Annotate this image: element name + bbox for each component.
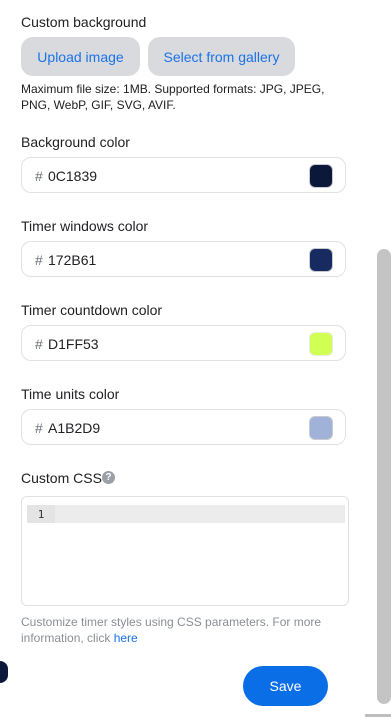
hash-symbol: # [35, 420, 43, 436]
timer-countdown-color-label: Timer countdown color [21, 302, 163, 318]
background-color-field[interactable]: # 0C1839 [21, 157, 346, 193]
hash-symbol: # [35, 336, 43, 352]
time-units-color-label: Time units color [21, 386, 120, 402]
time-units-color-swatch[interactable] [309, 416, 333, 440]
help-icon[interactable]: ? [102, 471, 115, 484]
select-from-gallery-button[interactable]: Select from gallery [148, 37, 295, 76]
upload-image-button[interactable]: Upload image [21, 37, 140, 76]
custom-css-label: Custom CSS [21, 470, 102, 486]
save-button[interactable]: Save [243, 666, 328, 706]
custom-css-help-text: Customize timer styles using CSS paramet… [21, 614, 331, 646]
timer-countdown-color-field[interactable]: # D1FF53 [21, 325, 346, 361]
time-units-color-value[interactable]: A1B2D9 [48, 420, 100, 436]
background-color-value[interactable]: 0C1839 [48, 168, 97, 184]
background-color-swatch[interactable] [309, 164, 333, 188]
editor-active-line: 1 [27, 505, 345, 523]
scrollbar-thumb[interactable] [377, 249, 391, 704]
timer-windows-color-swatch[interactable] [309, 248, 333, 272]
side-toggle-handle[interactable] [0, 661, 8, 683]
custom-css-editor[interactable]: 1 [21, 496, 349, 606]
timer-windows-color-label: Timer windows color [21, 218, 149, 234]
background-color-label: Background color [21, 134, 130, 150]
hash-symbol: # [35, 252, 43, 268]
custom-css-help-message: Customize timer styles using CSS paramet… [21, 615, 322, 645]
editor-line-number: 1 [27, 505, 55, 523]
custom-background-label: Custom background [21, 14, 147, 30]
timer-windows-color-field[interactable]: # 172B61 [21, 241, 346, 277]
timer-windows-color-value[interactable]: 172B61 [48, 252, 96, 268]
hash-symbol: # [35, 168, 43, 184]
help-here-link[interactable]: here [114, 631, 138, 645]
time-units-color-field[interactable]: # A1B2D9 [21, 409, 346, 445]
timer-countdown-color-value[interactable]: D1FF53 [48, 336, 99, 352]
file-size-hint: Maximum file size: 1MB. Supported format… [21, 82, 325, 112]
timer-countdown-color-swatch[interactable] [309, 332, 333, 356]
